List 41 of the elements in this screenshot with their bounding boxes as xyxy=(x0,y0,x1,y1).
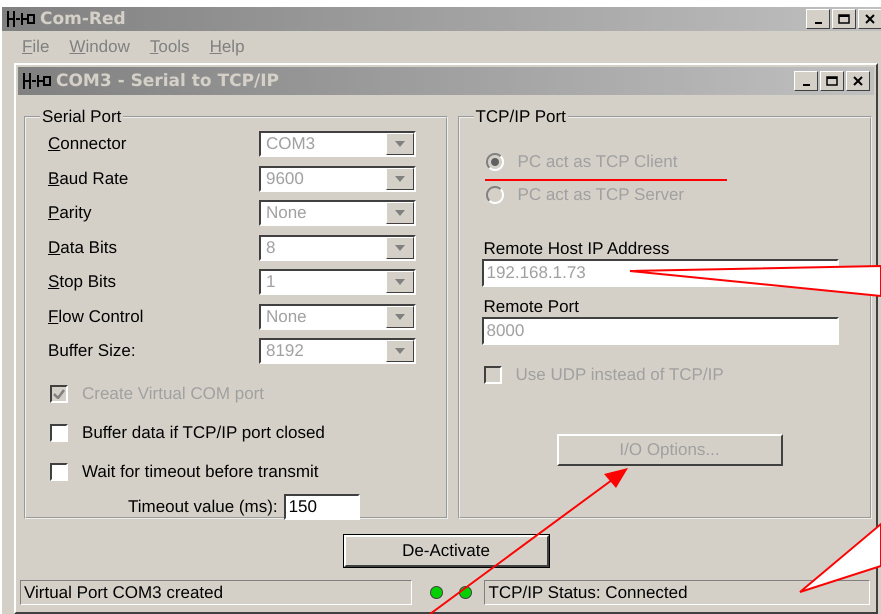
status-message: Virtual Port COM3 created xyxy=(20,580,412,605)
maximize-button[interactable] xyxy=(820,71,844,91)
checkbox[interactable] xyxy=(50,424,68,442)
close-icon xyxy=(864,14,876,24)
group-title: Serial Port xyxy=(41,107,122,127)
deactivate-button[interactable]: De-Activate xyxy=(344,535,548,567)
checkbox-label: Wait for timeout before transmit xyxy=(82,462,319,482)
checkbox[interactable] xyxy=(50,463,68,481)
window-title: COM3 - Serial to TCP/IP xyxy=(56,71,280,91)
field-label: Connector xyxy=(48,134,128,154)
app-icon xyxy=(6,9,36,29)
minimize-button[interactable] xyxy=(794,71,818,91)
maximize-button[interactable] xyxy=(832,9,856,29)
field-label: Baud Rate xyxy=(48,168,130,189)
field-label: Data Bits xyxy=(48,238,118,258)
field-label: Buffer Size: xyxy=(48,341,137,362)
menu-item[interactable]: File xyxy=(22,37,50,57)
menu-item[interactable]: Help xyxy=(210,37,245,57)
close-icon xyxy=(852,76,864,86)
minimize-icon xyxy=(814,22,822,24)
menu-item[interactable]: Tools xyxy=(150,37,190,57)
close-button[interactable] xyxy=(846,71,870,91)
field-label: Parity xyxy=(48,203,92,224)
minimize-icon xyxy=(802,84,810,86)
group-title: TCP/IP Port xyxy=(474,107,567,127)
port-field[interactable]: 8000 xyxy=(482,317,838,345)
maximize-icon xyxy=(838,14,850,24)
timeout-label: Timeout value (ms): xyxy=(128,496,278,516)
window-title: Com-Red xyxy=(40,9,127,29)
close-button[interactable] xyxy=(858,9,881,29)
timeout-field[interactable]: 150 xyxy=(284,494,360,520)
field-label: Flow Control xyxy=(48,306,144,327)
maximize-icon xyxy=(826,76,838,86)
minimize-button[interactable] xyxy=(806,9,830,29)
field-label: Remote Port xyxy=(482,297,580,317)
app-icon xyxy=(22,71,52,91)
connection-status: TCP/IP Status: Connected xyxy=(484,580,870,605)
field-label: Stop Bits xyxy=(48,272,118,292)
checkbox-label: Buffer data if TCP/IP port closed xyxy=(82,423,325,443)
menu-item[interactable]: Window xyxy=(69,37,130,57)
field-label: Remote Host IP Address xyxy=(482,239,670,259)
